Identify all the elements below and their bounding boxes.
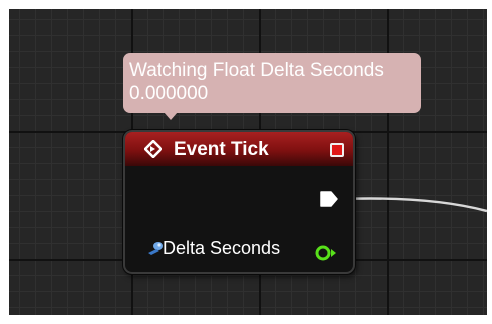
node-title: Event Tick <box>174 139 269 160</box>
node-header[interactable]: Event Tick <box>125 132 353 166</box>
exec-output-pin-icon[interactable] <box>319 190 339 208</box>
watch-value-tooltip: Watching Float Delta Seconds 0.000000 <box>123 53 421 113</box>
tooltip-pointer <box>164 112 178 120</box>
delta-seconds-label: Delta Seconds <box>163 238 281 258</box>
float-output-pin-icon[interactable] <box>314 244 338 262</box>
watch-label: Watching Float Delta Seconds <box>129 60 384 81</box>
watch-value: 0.000000 <box>129 83 209 104</box>
graph-canvas[interactable]: Watching Float Delta Seconds 0.000000 Ev… <box>9 9 487 315</box>
delegate-pin-icon[interactable] <box>330 143 344 157</box>
event-diamond-icon <box>144 140 162 158</box>
event-tick-node[interactable]: Event Tick Delta Seconds <box>123 130 355 274</box>
